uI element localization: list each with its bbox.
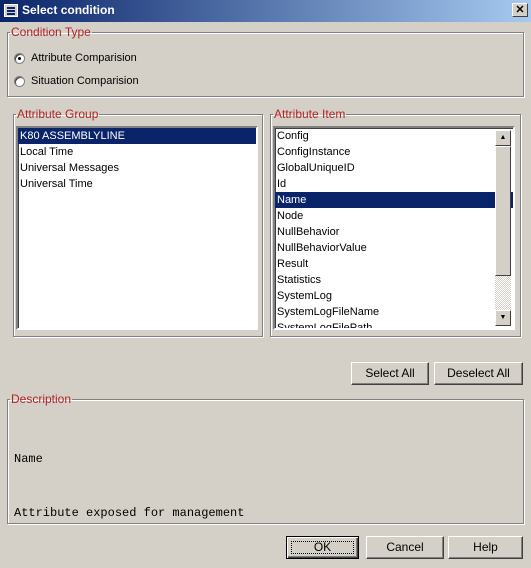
radio-off-icon[interactable]: [14, 75, 25, 87]
radio-on-icon[interactable]: [14, 52, 25, 64]
list-item[interactable]: K80 ASSEMBLYLINE: [18, 128, 256, 144]
attribute-item-legend: Attribute Item: [274, 107, 346, 121]
description-attribute-name: Name: [14, 452, 43, 466]
condition-type-legend: Condition Type: [11, 25, 91, 39]
scroll-down-icon[interactable]: ▼: [495, 310, 511, 326]
list-item[interactable]: SystemLogFilePath: [275, 320, 513, 328]
description-text: Attribute exposed for management: [14, 506, 245, 520]
radio-label: Situation Comparision: [31, 75, 139, 87]
vertical-scrollbar[interactable]: ▲ ▼: [495, 130, 511, 326]
attribute-group-list[interactable]: K80 ASSEMBLYLINE Local Time Universal Me…: [16, 126, 258, 330]
radio-label: Attribute Comparision: [31, 52, 137, 64]
help-button[interactable]: Help: [448, 536, 523, 559]
list-item[interactable]: Config: [275, 128, 513, 144]
close-icon[interactable]: ✕: [512, 3, 528, 17]
list-item[interactable]: Local Time: [18, 144, 256, 160]
radio-attribute-comparision[interactable]: Attribute Comparision: [14, 52, 137, 64]
list-item[interactable]: Node: [275, 208, 513, 224]
list-item[interactable]: GlobalUniqueID: [275, 160, 513, 176]
list-item[interactable]: Name: [275, 192, 513, 208]
select-condition-dialog: Select condition ✕ Condition Type Attrib…: [0, 0, 531, 568]
window-title: Select condition: [22, 3, 115, 17]
scroll-thumb[interactable]: [495, 146, 511, 276]
list-item[interactable]: SystemLogFileName: [275, 304, 513, 320]
scroll-up-icon[interactable]: ▲: [495, 130, 511, 146]
description-legend: Description: [11, 392, 72, 406]
list-item[interactable]: Universal Messages: [18, 160, 256, 176]
attribute-group-legend: Attribute Group: [17, 107, 99, 121]
list-item[interactable]: ConfigInstance: [275, 144, 513, 160]
condition-type-group: Condition Type Attribute Comparision Sit…: [7, 25, 524, 97]
list-item[interactable]: SystemLog: [275, 288, 513, 304]
ok-button[interactable]: OK: [286, 536, 359, 559]
description-group: Description Name Attribute exposed for m…: [7, 392, 524, 524]
focus-rect: [291, 541, 354, 554]
list-item[interactable]: Result: [275, 256, 513, 272]
list-item[interactable]: Statistics: [275, 272, 513, 288]
attribute-item-list[interactable]: Config ConfigInstance GlobalUniqueID Id …: [273, 126, 515, 330]
list-item[interactable]: Id: [275, 176, 513, 192]
description-text-area: Name Attribute exposed for management: [14, 414, 244, 558]
cancel-button[interactable]: Cancel: [366, 536, 444, 559]
list-item[interactable]: NullBehaviorValue: [275, 240, 513, 256]
deselect-all-button[interactable]: Deselect All: [434, 362, 523, 385]
radio-situation-comparision[interactable]: Situation Comparision: [14, 75, 139, 87]
title-bar[interactable]: Select condition ✕: [0, 0, 531, 22]
window-icon: [4, 4, 18, 17]
list-item[interactable]: Universal Time: [18, 176, 256, 192]
select-all-button[interactable]: Select All: [351, 362, 429, 385]
list-item[interactable]: NullBehavior: [275, 224, 513, 240]
